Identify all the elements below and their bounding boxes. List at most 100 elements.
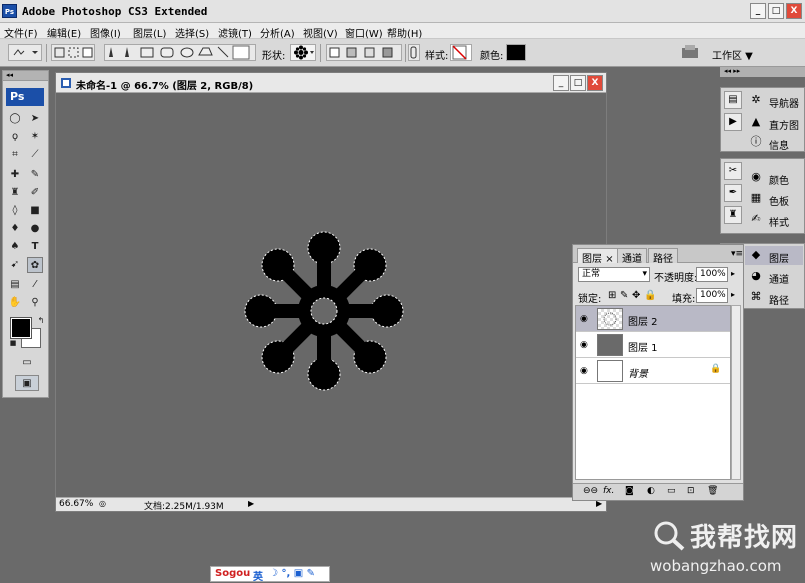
pen-tool-icon[interactable]: ♠ (7, 239, 23, 255)
crop-tool-icon[interactable]: ⌗ (7, 147, 23, 163)
blur-tool-icon[interactable]: ♦ (7, 221, 23, 237)
eyedropper-icon[interactable]: ⁄ (27, 277, 43, 293)
fill-slider-arrow-icon[interactable]: ▸ (731, 290, 735, 299)
layers-scrollbar[interactable] (731, 305, 741, 480)
move-tool-icon[interactable]: ➤ (27, 111, 43, 127)
layer-row-1[interactable]: ◉ 图层 1 (576, 332, 730, 358)
status-icon[interactable]: ◎ (99, 499, 106, 508)
menu-layer[interactable]: 图层(L) (133, 25, 166, 40)
color-swatch[interactable] (506, 44, 526, 61)
paths-tab[interactable]: 路径 (769, 292, 789, 307)
zoom-level[interactable]: 66.67% (59, 499, 93, 509)
clone-stamp-icon[interactable]: ♜ (7, 185, 23, 201)
hand-tool-icon[interactable]: ✋ (7, 295, 23, 311)
close-button[interactable]: X (786, 3, 802, 19)
new-group-icon[interactable]: ▭ (667, 486, 676, 496)
style-picker[interactable] (450, 44, 472, 61)
canvas[interactable] (56, 93, 606, 497)
shape-picker[interactable] (290, 44, 316, 61)
tool-preset-picker[interactable] (8, 44, 42, 61)
tab-paths[interactable]: 路径 (648, 248, 678, 265)
visibility-eye-icon[interactable]: ◉ (580, 340, 588, 350)
path-operations[interactable] (326, 44, 402, 61)
swatches-tab[interactable]: 色板 (769, 193, 789, 208)
ime-lang[interactable]: 英 (253, 568, 263, 583)
blend-mode-select[interactable]: 正常 ▾ (578, 267, 650, 282)
lock-transparency-icon[interactable]: ⊞ (608, 290, 616, 301)
layer-row-background[interactable]: ◉ 背景 🔒 (576, 358, 730, 384)
new-layer-icon[interactable]: ⊡ (687, 486, 695, 496)
visibility-eye-icon[interactable]: ◉ (580, 366, 588, 376)
link-layer-button[interactable] (408, 44, 420, 61)
lock-all-icon[interactable]: 🔒 (644, 290, 656, 301)
actions-panel-icon[interactable]: ▶ (724, 113, 742, 131)
styles-tab[interactable]: 样式 (769, 214, 789, 229)
default-colors-icon[interactable]: ■ (5, 335, 21, 351)
lasso-tool-icon[interactable]: ϙ (7, 129, 23, 145)
menu-view[interactable]: 视图(V) (303, 25, 338, 40)
doc-maximize-button[interactable]: □ (570, 75, 586, 91)
dodge-tool-icon[interactable]: ● (27, 221, 43, 237)
info-tab[interactable]: 信息 (769, 137, 789, 152)
notes-tool-icon[interactable]: ▤ (7, 277, 23, 293)
swap-colors-icon[interactable]: ↰ (33, 313, 49, 329)
healing-brush-icon[interactable]: ✚ (7, 167, 23, 183)
minimize-button[interactable]: _ (750, 3, 766, 19)
adjustment-layer-icon[interactable]: ◐ (647, 486, 655, 496)
channels-tab[interactable]: 通道 (769, 271, 789, 286)
eraser-tool-icon[interactable]: ◊ (7, 203, 23, 219)
doc-close-button[interactable]: X (587, 75, 603, 91)
screen-mode-icon[interactable]: ▣ (15, 375, 39, 391)
history-brush-icon[interactable]: ✐ (27, 185, 43, 201)
add-mask-icon[interactable]: ◙ (625, 486, 634, 496)
link-layers-icon[interactable]: ⊖⊖ (583, 486, 598, 496)
layers-tab[interactable]: 图层 (769, 250, 789, 265)
menu-image[interactable]: 图像(I) (90, 25, 121, 40)
brush-tool-icon[interactable]: ✎ (27, 167, 43, 183)
fill-input[interactable]: 100% (696, 288, 728, 303)
menu-analysis[interactable]: 分析(A) (260, 25, 295, 40)
lock-pixels-icon[interactable]: ✎ (620, 290, 628, 301)
visibility-eye-icon[interactable]: ◉ (580, 314, 588, 324)
maximize-button[interactable]: □ (768, 3, 784, 19)
close-tab-icon[interactable]: × (605, 254, 613, 265)
delete-layer-icon[interactable]: 🗑 (707, 486, 718, 496)
menu-help[interactable]: 帮助(H) (387, 25, 422, 40)
tool-presets-icon[interactable]: ✂ (724, 162, 742, 180)
histogram-tab[interactable]: 直方图 (769, 117, 799, 132)
menu-filter[interactable]: 滤镜(T) (218, 25, 252, 40)
type-tool-icon[interactable]: T (27, 239, 43, 255)
zoom-tool-icon[interactable]: ⚲ (27, 295, 43, 311)
layer-row-2[interactable]: ◉ 图层 2 (576, 306, 730, 332)
fx-icon[interactable]: fx. (603, 486, 614, 496)
brushes-panel-icon[interactable]: ✒ (724, 184, 742, 202)
status-menu-arrow-icon[interactable]: ▶ (248, 499, 254, 508)
menu-window[interactable]: 窗口(W) (345, 25, 383, 40)
navigator-tab[interactable]: 导航器 (769, 95, 799, 110)
shape-tools[interactable] (104, 44, 256, 61)
toolbox-header[interactable]: ◂◂ (3, 71, 48, 81)
menu-edit[interactable]: 编辑(E) (47, 25, 81, 40)
doc-minimize-button[interactable]: _ (553, 75, 569, 91)
file-browser-button[interactable] (680, 44, 700, 61)
color-tab[interactable]: 颜色 (769, 172, 789, 187)
opacity-input[interactable]: 100% (696, 267, 728, 282)
history-panel-icon[interactable]: ▤ (724, 91, 742, 109)
menu-file[interactable]: 文件(F) (4, 25, 38, 40)
tab-layers[interactable]: 图层 × (577, 248, 619, 265)
magic-wand-icon[interactable]: ✶ (27, 129, 43, 145)
gradient-tool-icon[interactable]: ■ (27, 203, 43, 219)
workspace-menu[interactable]: 工作区 ▼ (712, 47, 753, 62)
path-selection-icon[interactable]: ➹ (7, 257, 23, 273)
ime-icons[interactable]: ☽ °, ▣ ✎ (269, 568, 315, 579)
custom-shape-tool-icon[interactable]: ✿ (27, 257, 43, 273)
lock-position-icon[interactable]: ✥ (632, 290, 640, 301)
quick-mask-icon[interactable]: ▭ (17, 355, 37, 371)
tab-channels[interactable]: 通道 (617, 248, 647, 265)
opacity-slider-arrow-icon[interactable]: ▸ (731, 269, 735, 278)
clone-source-icon[interactable]: ♜ (724, 206, 742, 224)
shape-mode-buttons[interactable] (51, 44, 95, 61)
slice-tool-icon[interactable]: ⟋ (27, 147, 43, 163)
menu-select[interactable]: 选择(S) (175, 25, 209, 40)
panel-menu-icon[interactable]: ▾≡ (731, 249, 743, 259)
